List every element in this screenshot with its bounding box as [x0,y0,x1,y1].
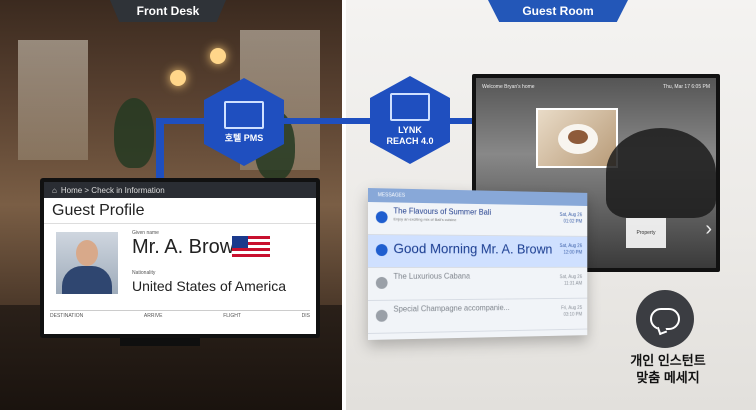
nationality-label: Nationality [132,270,156,276]
us-flag-icon [232,236,270,258]
front-desk-monitor: ⌂ Home > Check in Information Guest Prof… [40,178,320,338]
monitor-icon [390,93,430,121]
message-dot-icon [375,211,388,224]
guest-profile-screen: ⌂ Home > Check in Information Guest Prof… [44,182,316,334]
message-item: The Luxurious Cabana Sat, Aug 26 11:31 A… [368,267,588,301]
message-item: Special Champagne accompanie... Fri, Aug… [368,298,588,334]
tree-silhouette [606,128,716,218]
messages-panel: MESSAGES The Flavours of Summer Bali Enj… [368,188,588,340]
tv-tile-property: Property [626,218,666,248]
message-date: Sat, Aug 26 01:02 PM [559,212,583,225]
caption-line2: 맞춤 메세지 [636,370,700,385]
breadcrumb: ⌂ Home > Check in Information [44,182,316,198]
message-dot-icon [375,244,388,257]
lobby-plant [114,98,154,168]
caption-line1: 개인 인스턴트 [630,353,706,368]
lynk-reach-label: LYNK REACH 4.0 [386,125,433,147]
server-icon [224,100,264,129]
message-date: Sat, Aug 26 12:00 PM [559,243,583,256]
lynk-label-line1: LYNK [398,125,422,135]
connector-vertical [156,124,164,180]
column-header: FLIGHT [223,313,241,319]
speech-bubble-icon [650,308,680,330]
ceiling-lamp [210,48,226,64]
ceiling-lamp [170,70,186,86]
message-date: Fri, Aug 25 03:10 PM [561,305,583,318]
message-date: Sat, Aug 26 11:31 AM [559,274,583,287]
message-item: The Flavours of Summer Bali Enjoy an exc… [368,202,588,237]
nationality-value: United States of America [132,278,287,294]
front-desk-header: Front Desk [110,0,226,22]
guest-room-header: Guest Room [488,0,628,22]
chat-message-icon [636,290,694,348]
lobby-window [18,40,88,160]
message-dot-icon [375,309,388,322]
column-header: ARRIVE [143,313,163,319]
hotel-pms-label: 호텔 PMS [224,132,264,143]
message-dot-icon [375,276,388,289]
column-header: DESTINATION [50,313,84,319]
guest-photo [56,232,118,294]
message-item-active: Good Morning Mr. A. Brown Sat, Aug 26 12… [368,235,588,268]
table-header: DESTINATION ARRIVE FLIGHT DIS [50,310,310,319]
monitor-stand [120,338,200,346]
tv-welcome: Welcome Bryan's home [482,84,535,90]
caption: 개인 인스턴트 맞춤 메세지 [608,352,728,386]
guest-name: Mr. A. Brown [132,236,246,258]
chevron-right-icon: › [705,218,712,240]
guest-profile-title: Guest Profile [44,198,316,224]
tv-clock: Thu, Mar 17 6:05 PM [663,84,710,90]
home-icon: ⌂ [52,185,57,195]
lynk-label-line2: REACH 4.0 [386,136,434,146]
breadcrumb-text: Home > Check in Information [60,185,165,195]
column-header: DIS [301,313,310,319]
food-image [536,108,618,168]
